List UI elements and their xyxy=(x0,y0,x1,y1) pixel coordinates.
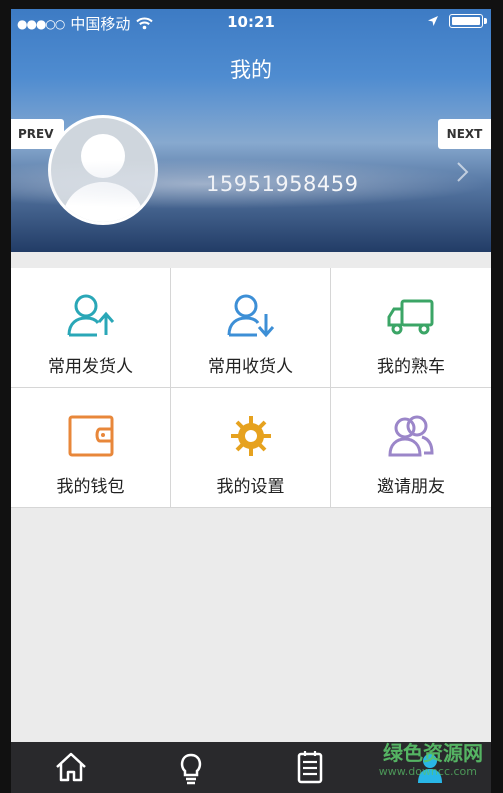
menu-item-invite[interactable]: 邀请朋友 xyxy=(331,388,491,508)
user-download-icon xyxy=(227,294,274,338)
phone-number: 15951958459 xyxy=(206,172,359,196)
menu-item-wallet[interactable]: 我的钱包 xyxy=(11,388,171,508)
battery-icon xyxy=(449,14,487,28)
page-title: 我的 xyxy=(230,58,272,82)
menu-item-settings[interactable]: 我的设置 xyxy=(171,388,331,508)
menu-item-label: 我的设置 xyxy=(216,477,285,497)
friends-icon xyxy=(388,415,434,457)
menu-item-receivers[interactable]: 常用收货人 xyxy=(171,268,331,388)
truck-icon xyxy=(387,299,434,335)
menu-item-label: 常用发货人 xyxy=(48,357,133,377)
menu-item-senders[interactable]: 常用发货人 xyxy=(11,268,171,388)
home-icon[interactable] xyxy=(51,747,91,787)
wallet-icon xyxy=(68,415,113,457)
chevron-right-icon[interactable] xyxy=(452,160,472,184)
bulb-icon[interactable] xyxy=(171,747,211,787)
menu-item-trucks[interactable]: 我的熟车 xyxy=(331,268,491,388)
user-upload-icon xyxy=(67,294,114,337)
menu-item-label: 常用收货人 xyxy=(208,357,293,377)
notepad-icon[interactable] xyxy=(290,747,330,787)
default-user-icon xyxy=(63,134,143,222)
profile-header: ●●●○○ 中国移动 10:21 我的 PREV NEXT 1595195845… xyxy=(11,9,491,252)
status-bar: ●●●○○ 中国移动 10:21 xyxy=(11,9,491,35)
location-arrow-icon xyxy=(428,16,438,26)
menu-grid: 常用发货人 常用收货人 我的熟车 我的钱包 我的设置 邀请朋友 xyxy=(11,268,491,508)
watermark-logo: 绿色资源网 xyxy=(383,741,483,765)
status-time: 10:21 xyxy=(227,13,275,31)
next-button[interactable]: NEXT xyxy=(438,119,491,149)
menu-item-label: 邀请朋友 xyxy=(377,477,445,497)
gear-icon xyxy=(230,416,271,456)
avatar[interactable] xyxy=(48,115,158,225)
menu-item-label: 我的钱包 xyxy=(56,477,125,497)
watermark-url: www.downcc.com xyxy=(378,765,477,778)
app-screen: ●●●○○ 中国移动 10:21 我的 PREV NEXT 1595195845… xyxy=(11,9,491,793)
menu-item-label: 我的熟车 xyxy=(377,357,445,377)
